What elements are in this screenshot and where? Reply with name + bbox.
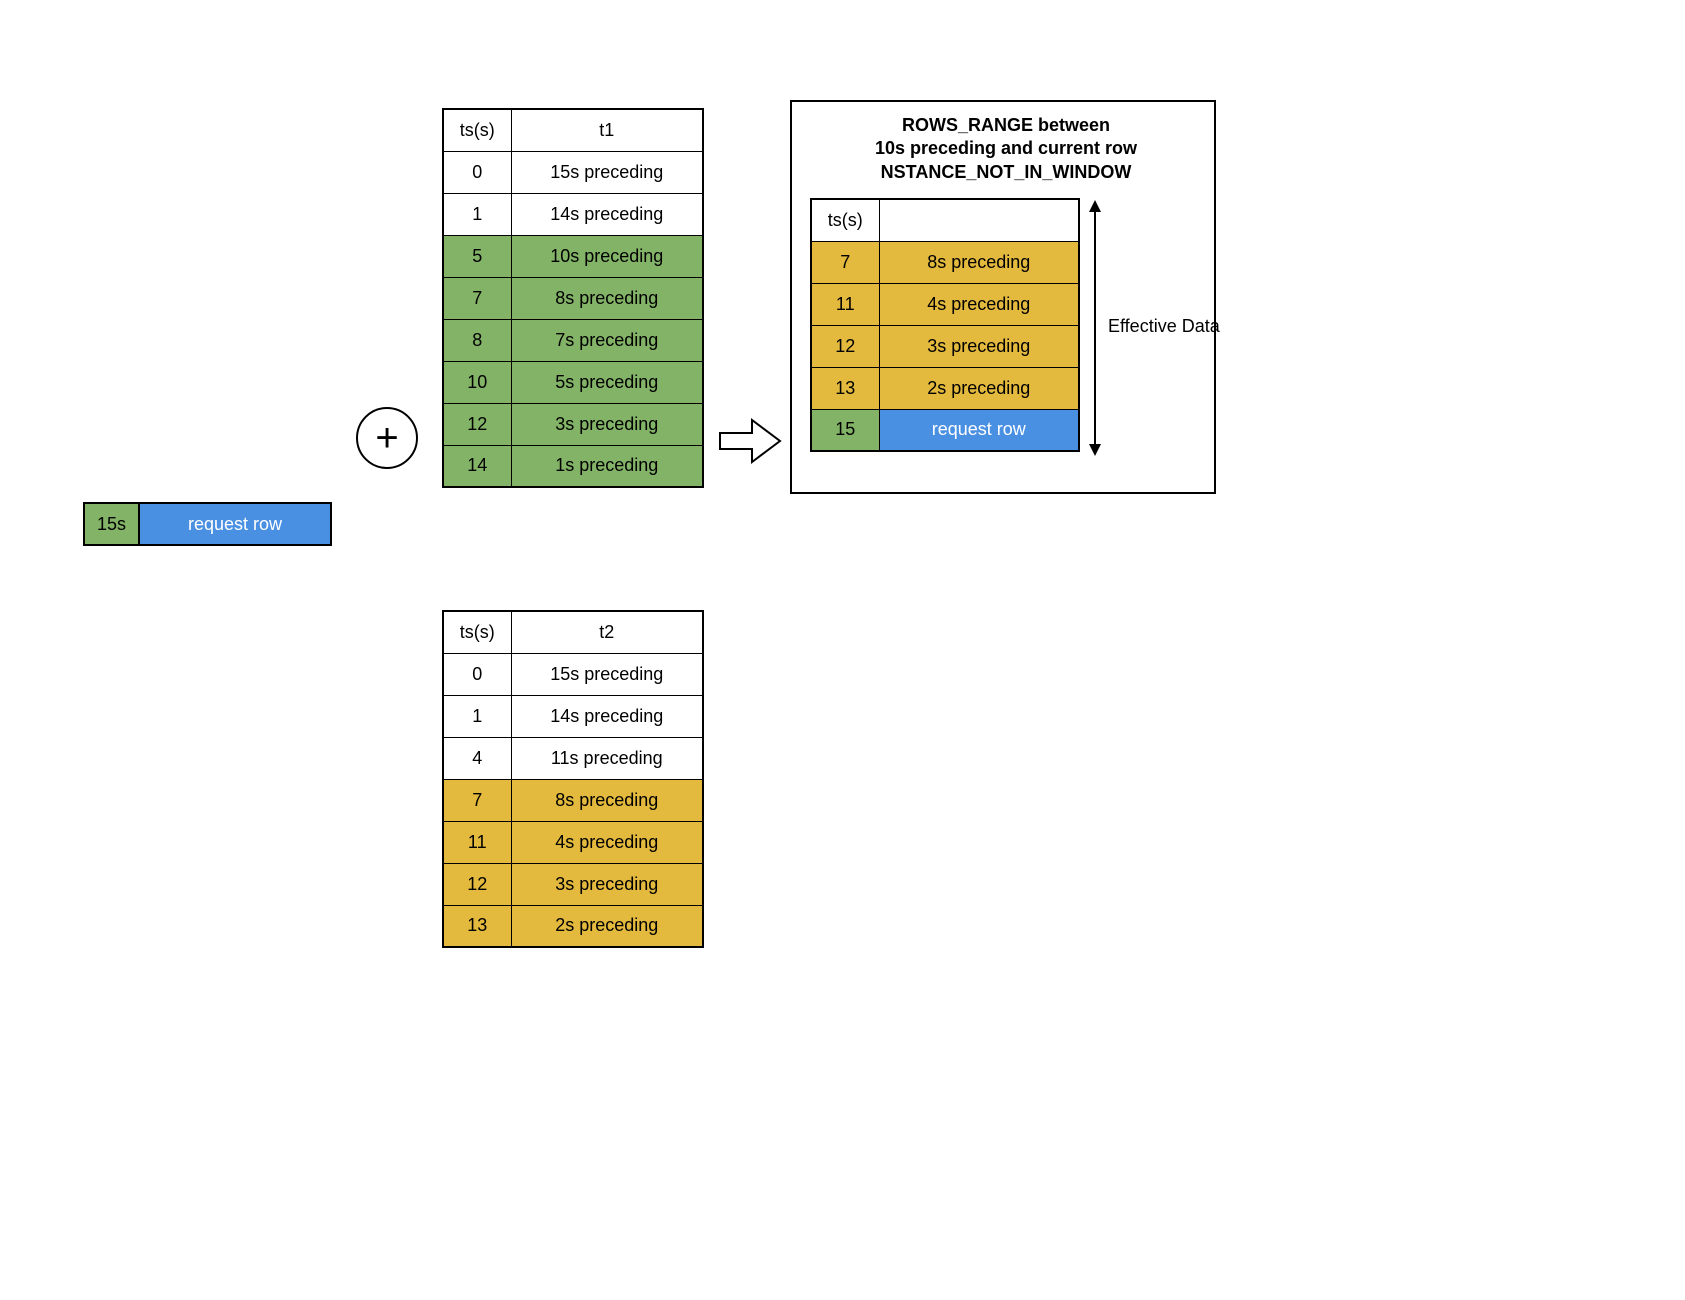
output-val: 3s preceding [879,325,1079,367]
effective-data-label: Effective Data [1108,316,1220,337]
t1-ts: 8 [443,319,511,361]
table-row: 78s preceding [811,241,1079,283]
table-row: 15request row [811,409,1079,451]
t1-ts: 1 [443,193,511,235]
output-title: ROWS_RANGE between 10s preceding and cur… [808,114,1204,184]
t1-ts: 14 [443,445,511,487]
t2-ts: 13 [443,905,511,947]
request-row: 15s request row [83,502,332,546]
t2-val: 3s preceding [511,863,703,905]
t1-table: ts(s) t1 015s preceding114s preceding510… [442,108,704,488]
output-val: 4s preceding [879,283,1079,325]
table-row: 123s preceding [811,325,1079,367]
table-t1: ts(s) t1 015s preceding114s preceding510… [442,108,704,488]
arrow-icon [718,418,782,469]
t1-ts: 10 [443,361,511,403]
table-row: 114s preceding [443,821,703,863]
table-row: 510s preceding [443,235,703,277]
t2-header-ts: ts(s) [443,611,511,653]
t2-val: 8s preceding [511,779,703,821]
t1-val: 10s preceding [511,235,703,277]
request-row-ts: 15s [85,504,140,544]
output-ts: 7 [811,241,879,283]
plus-icon: + [356,407,418,469]
table-row: 015s preceding [443,151,703,193]
t2-ts: 12 [443,863,511,905]
table-row: 123s preceding [443,403,703,445]
t2-ts: 0 [443,653,511,695]
output-ts: 15 [811,409,879,451]
table-row: 015s preceding [443,653,703,695]
t2-ts: 4 [443,737,511,779]
rows-range-diagram: 15s request row + ts(s) t1 015s precedin… [0,0,1685,1300]
t1-val: 7s preceding [511,319,703,361]
t1-header-val: t1 [511,109,703,151]
t2-val: 14s preceding [511,695,703,737]
output-val: 8s preceding [879,241,1079,283]
table-row: 78s preceding [443,779,703,821]
t1-val: 14s preceding [511,193,703,235]
output-header-val [879,199,1079,241]
output-val: request row [879,409,1079,451]
table-row: 132s preceding [811,367,1079,409]
table-t2: ts(s) t2 015s preceding114s preceding411… [442,610,704,948]
table-row: 141s preceding [443,445,703,487]
table-row: 114s preceding [811,283,1079,325]
t2-ts: 7 [443,779,511,821]
t1-ts: 5 [443,235,511,277]
t2-val: 2s preceding [511,905,703,947]
output-ts: 13 [811,367,879,409]
output-ts: 11 [811,283,879,325]
table-row: 78s preceding [443,277,703,319]
t2-table: ts(s) t2 015s preceding114s preceding411… [442,610,704,948]
t1-val: 3s preceding [511,403,703,445]
effective-data-arrow-icon [1088,200,1096,456]
table-row: 411s preceding [443,737,703,779]
table-row: 114s preceding [443,193,703,235]
t1-ts: 12 [443,403,511,445]
output-val: 2s preceding [879,367,1079,409]
t1-val: 15s preceding [511,151,703,193]
t1-ts: 0 [443,151,511,193]
output-ts: 12 [811,325,879,367]
table-row: 123s preceding [443,863,703,905]
request-row-label: request row [140,504,330,544]
table-row: 105s preceding [443,361,703,403]
t1-val: 5s preceding [511,361,703,403]
t2-header-val: t2 [511,611,703,653]
t2-val: 15s preceding [511,653,703,695]
t2-ts: 1 [443,695,511,737]
output-header-ts: ts(s) [811,199,879,241]
t1-header-ts: ts(s) [443,109,511,151]
table-row: 132s preceding [443,905,703,947]
table-row: 87s preceding [443,319,703,361]
output-table: ts(s) 78s preceding114s preceding123s pr… [810,198,1080,452]
t2-val: 4s preceding [511,821,703,863]
t2-val: 11s preceding [511,737,703,779]
t1-val: 1s preceding [511,445,703,487]
t1-ts: 7 [443,277,511,319]
t1-val: 8s preceding [511,277,703,319]
t2-ts: 11 [443,821,511,863]
table-row: 114s preceding [443,695,703,737]
